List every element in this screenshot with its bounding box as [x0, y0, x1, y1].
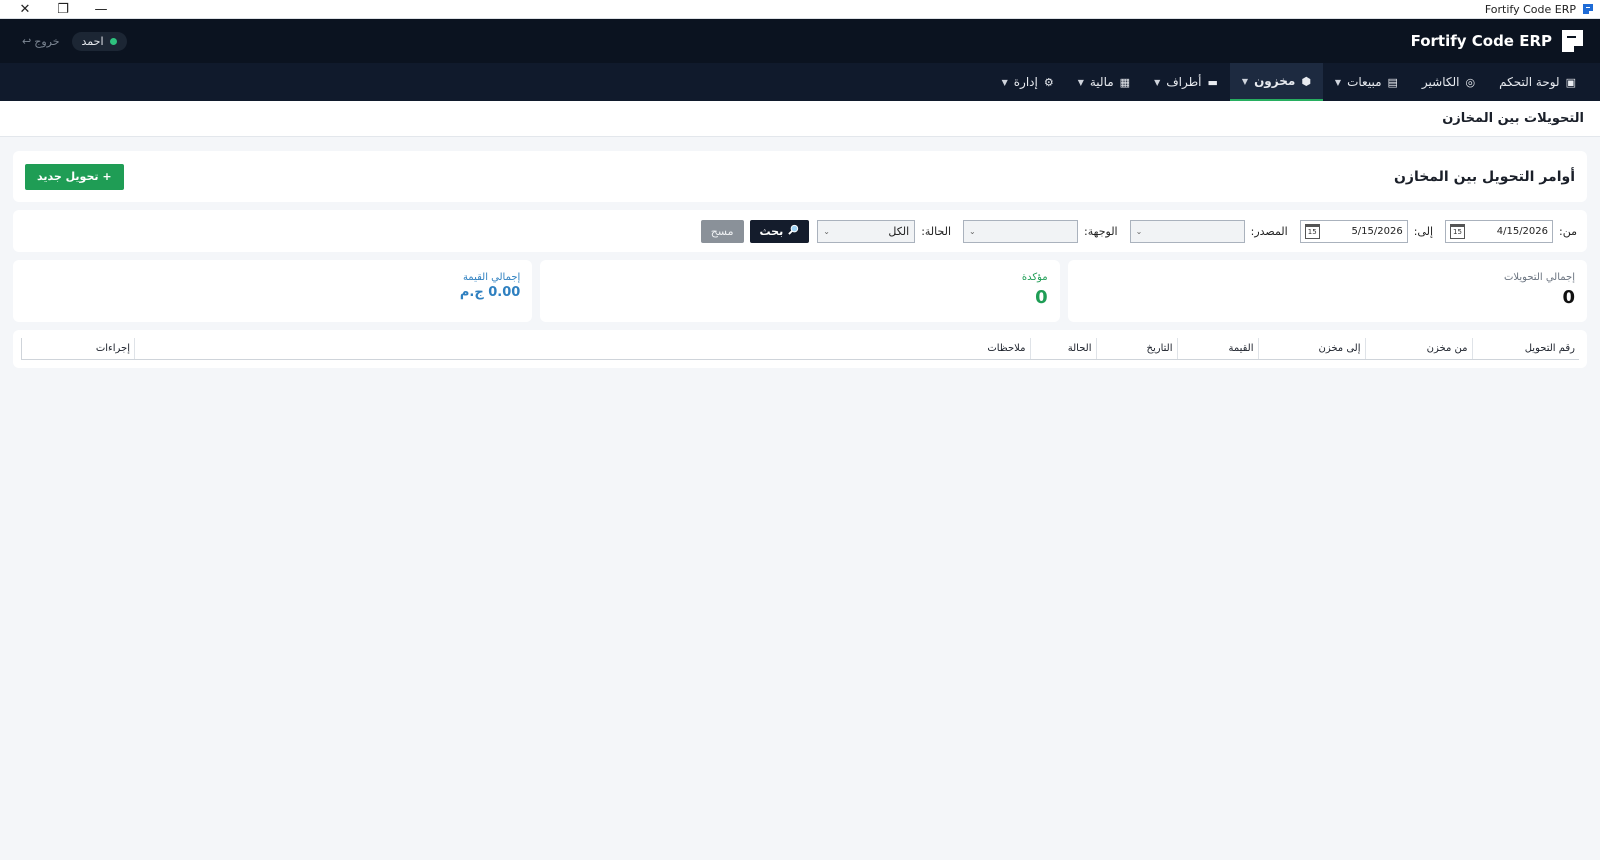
stat-value-label: إجمالي القيمة: [462, 272, 521, 283]
table-header-row: رقم التحويل من مخزن إلى مخزن القيمة التاريخ ا…: [21, 338, 1579, 360]
stat-total-value: 0: [1562, 287, 1575, 308]
destination-label: الوجهة:: [1084, 224, 1118, 238]
section-title: أوامر التحويل بين المخازن: [1393, 168, 1575, 185]
user-area: ↩ خروج احمد: [22, 31, 127, 51]
stat-total-transfers: إجمالي التحويلات 0: [1067, 260, 1587, 322]
nav-item-label: أطراف: [1166, 75, 1202, 89]
people-icon: ▬: [1207, 75, 1218, 89]
nav-item-label: إدارة: [1013, 75, 1038, 89]
nav-item-6[interactable]: ⚙ إدارة ▼: [990, 63, 1066, 101]
main-content: + تحويل جديد أوامر التحويل بين المخازن م…: [0, 137, 1600, 382]
table-column-header[interactable]: من مخزن: [1364, 338, 1472, 360]
nav-item-label: الكاشير: [1421, 75, 1460, 89]
window-titlebar: ✕ ❐ — Fortify Code ERP: [0, 0, 1600, 19]
user-name: احمد: [81, 34, 104, 48]
transfers-table-card: رقم التحويل من مخزن إلى مخزن القيمة التاريخ ا…: [13, 330, 1587, 368]
status-label: الحالة:: [921, 224, 952, 238]
table-column-header[interactable]: ملاحظات: [134, 338, 1030, 360]
chevron-down-icon: ⌄: [969, 226, 976, 236]
window-controls: ✕ ❐ —: [6, 0, 120, 19]
from-date-label: من:: [1559, 224, 1577, 238]
chevron-down-icon: ▼: [1077, 77, 1084, 87]
close-window-button[interactable]: ✕: [6, 0, 44, 19]
search-button[interactable]: بحث: [749, 219, 810, 243]
calendar-icon[interactable]: 15: [1304, 223, 1320, 239]
section-header-card: + تحويل جديد أوامر التحويل بين المخازن: [13, 151, 1587, 202]
main-nav: ▣ لوحة التحكم ◎ الكاشير ▤ مبيعات ▼ ⬢ مخزون ▼ ▬ أطرا…: [0, 63, 1600, 101]
calculator-icon: ▦: [1119, 75, 1131, 89]
destination-select[interactable]: ⌄: [963, 219, 1079, 243]
app-logo-icon: [1583, 4, 1593, 14]
search-button-label: بحث: [759, 224, 784, 238]
new-transfer-button[interactable]: + تحويل جديد: [25, 163, 124, 190]
stats-row: إجمالي التحويلات 0 مؤكدة 0 إجمالي القيمة…: [13, 260, 1587, 322]
stat-total-label: إجمالي التحويلات: [1504, 272, 1575, 283]
logout-button[interactable]: ↩ خروج: [22, 35, 60, 48]
box-icon: ⬢: [1301, 74, 1311, 88]
nav-item-label: مالية: [1089, 75, 1114, 89]
from-date-picker[interactable]: 15 4/15/2026: [1445, 219, 1554, 243]
source-label: المصدر:: [1250, 224, 1288, 238]
stat-total-value-card: إجمالي القيمة 0.00 ج.م: [13, 260, 533, 322]
transfers-table: رقم التحويل من مخزن إلى مخزن القيمة التاريخ ا…: [21, 338, 1579, 360]
to-date-picker[interactable]: 15 5/15/2026: [1299, 219, 1408, 243]
source-select[interactable]: ⌄: [1129, 219, 1245, 243]
stat-value-amount: 0.00 ج.م: [459, 285, 521, 300]
user-badge[interactable]: احمد: [71, 31, 127, 51]
status-value: الكل: [888, 224, 910, 238]
from-date-value: 4/15/2026: [1496, 225, 1549, 237]
table-column-header[interactable]: الحالة: [1029, 338, 1096, 360]
nav-item-label: لوحة التحكم: [1499, 75, 1560, 89]
stat-confirmed-label: مؤكدة: [1021, 272, 1048, 283]
gear-icon: ⚙: [1043, 75, 1054, 89]
filter-bar: من: 15 4/15/2026 إلى: 15 5/15/2026 المصد…: [13, 210, 1587, 252]
dashboard-icon: ▣: [1565, 75, 1576, 89]
window-title-text: Fortify Code ERP: [1484, 2, 1576, 16]
nav-item-2[interactable]: ▤ مبيعات ▼: [1323, 63, 1410, 101]
minimize-window-button[interactable]: —: [82, 0, 120, 19]
stat-confirmed-value: 0: [1035, 287, 1048, 308]
nav-item-label: مبيعات: [1347, 75, 1382, 89]
brand-name: Fortify Code ERP: [1410, 32, 1552, 50]
logout-icon: ↩: [22, 34, 32, 48]
to-date-value: 5/15/2026: [1351, 225, 1403, 237]
window-title: Fortify Code ERP: [1485, 3, 1594, 16]
chevron-down-icon: ⌄: [1135, 226, 1143, 236]
restore-window-button[interactable]: ❐: [44, 0, 82, 19]
nav-item-4[interactable]: ▬ أطراف ▼: [1142, 63, 1230, 101]
nav-item-0[interactable]: ▣ لوحة التحكم: [1487, 63, 1588, 101]
cashier-icon: ◎: [1465, 75, 1476, 89]
chevron-down-icon: ⌄: [823, 226, 830, 236]
page-title-bar: التحويلات بين المخازن: [0, 101, 1600, 137]
table-column-header[interactable]: القيمة: [1176, 338, 1258, 360]
table-column-header[interactable]: إجراءات: [21, 338, 135, 360]
nav-item-label: مخزون: [1254, 74, 1296, 88]
receipt-icon: ▤: [1387, 75, 1398, 89]
brand: Fortify Code ERP: [1411, 29, 1584, 53]
table-column-header[interactable]: إلى مخزن: [1257, 338, 1365, 360]
stat-confirmed: مؤكدة 0: [540, 260, 1060, 322]
app-header: ↩ خروج احمد Fortify Code ERP: [0, 19, 1600, 63]
nav-item-3[interactable]: ⬢ مخزون ▼: [1229, 63, 1323, 101]
to-date-label: إلى:: [1413, 224, 1434, 238]
online-status-icon: [109, 37, 117, 45]
chevron-down-icon: ▼: [1241, 76, 1249, 86]
page-title: التحويلات بين المخازن: [1442, 111, 1584, 126]
table-column-header[interactable]: التاريخ: [1095, 338, 1177, 360]
chevron-down-icon: ▼: [1001, 77, 1008, 87]
search-icon: [788, 224, 799, 238]
logout-label: خروج: [34, 34, 60, 48]
calendar-icon[interactable]: 15: [1450, 223, 1466, 239]
status-select[interactable]: الكل ⌄: [817, 219, 916, 243]
nav-item-1[interactable]: ◎ الكاشير: [1410, 63, 1487, 101]
clear-button[interactable]: مسح: [700, 219, 744, 243]
nav-item-5[interactable]: ▦ مالية ▼: [1066, 63, 1142, 101]
table-column-header[interactable]: رقم التحويل: [1471, 338, 1579, 360]
chevron-down-icon: ▼: [1334, 77, 1342, 87]
brand-logo-icon: [1562, 30, 1583, 52]
chevron-down-icon: ▼: [1154, 77, 1161, 87]
